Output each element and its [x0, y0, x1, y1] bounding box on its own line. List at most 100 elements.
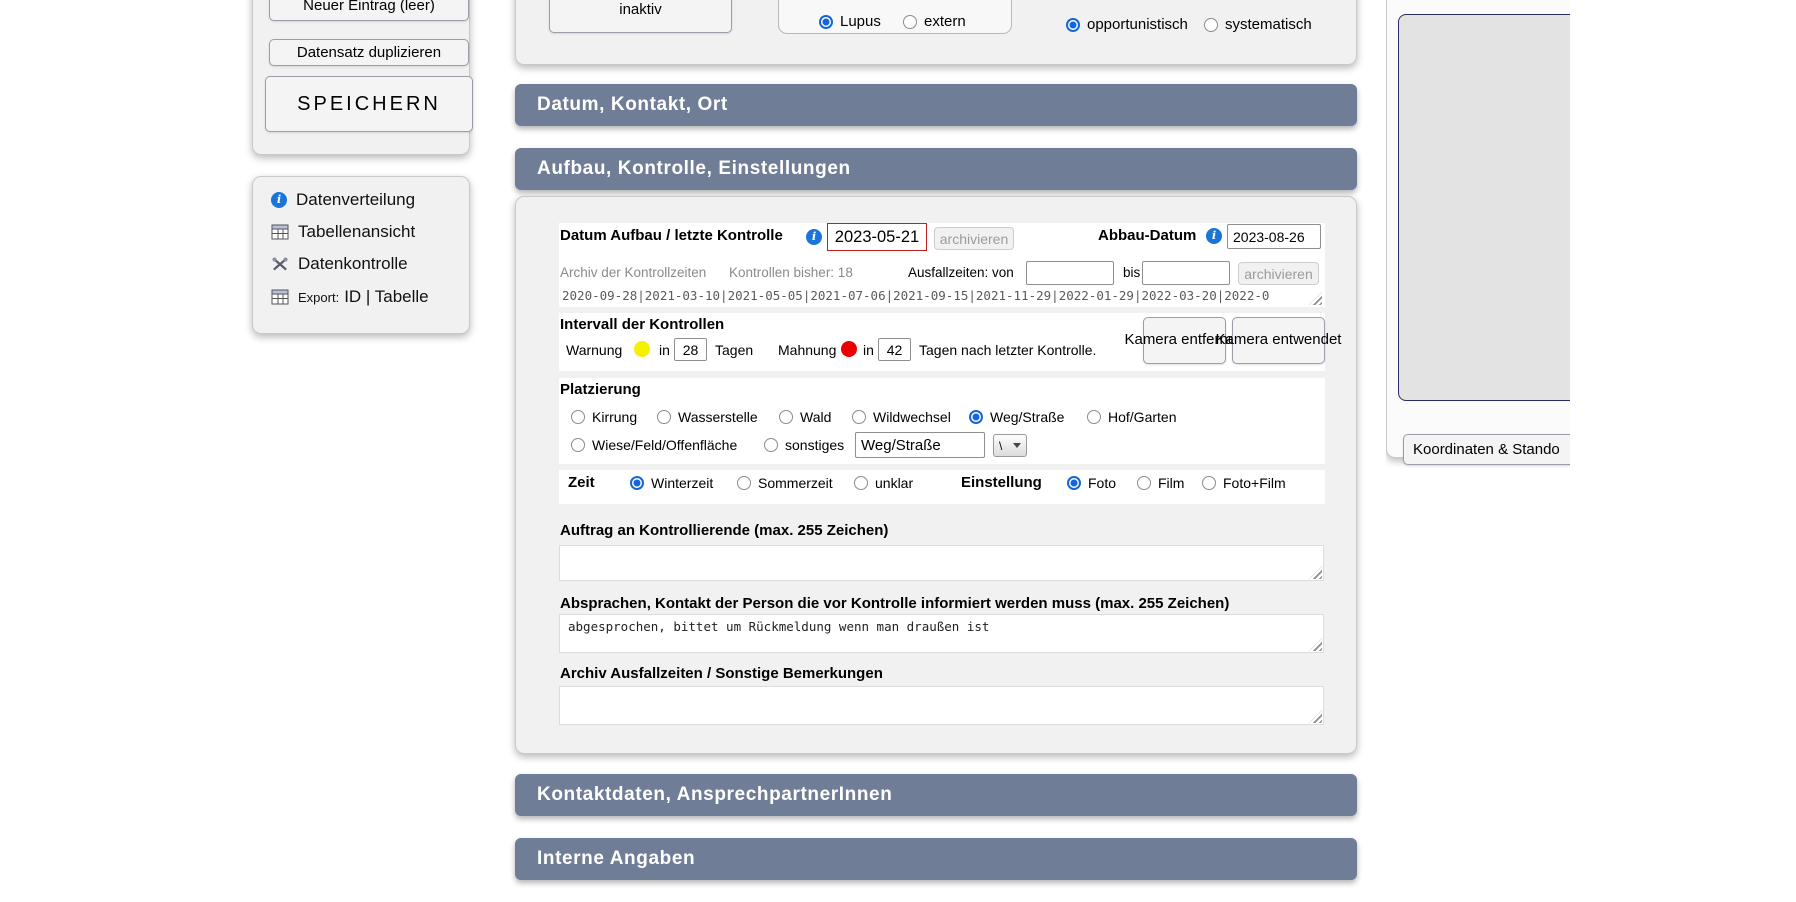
- menu-item-datenkontrolle[interactable]: Datenkontrolle: [271, 254, 408, 274]
- menu-item-datenverteilung[interactable]: i Datenverteilung: [271, 190, 415, 210]
- radio-wald[interactable]: Wald: [779, 409, 831, 425]
- section-header-datum-kontakt-ort[interactable]: Datum, Kontakt, Ort: [515, 84, 1357, 126]
- kamera-entfernen-button[interactable]: Kamera entfernen: [1143, 317, 1226, 364]
- warnung-tage-input[interactable]: [674, 338, 707, 361]
- radio-icon: [1087, 410, 1101, 424]
- ausfallzeiten-label: Ausfallzeiten: von: [908, 265, 1014, 280]
- table-icon: [271, 224, 289, 240]
- radio-weg-strasse[interactable]: Weg/Straße: [969, 409, 1064, 425]
- radio-foto[interactable]: Foto: [1067, 475, 1116, 491]
- radio-kirrung[interactable]: Kirrung: [571, 409, 637, 425]
- section-header-interne-angaben[interactable]: Interne Angaben: [515, 838, 1357, 880]
- koordinaten-standort-button[interactable]: Koordinaten & Stando: [1403, 434, 1570, 465]
- radio-film[interactable]: Film: [1137, 475, 1184, 491]
- warnung-label: Warnung: [566, 342, 622, 358]
- abbau-datum-input[interactable]: [1227, 224, 1321, 249]
- radio-unklar[interactable]: unklar: [854, 475, 913, 491]
- einstellung-title: Einstellung: [961, 474, 1042, 491]
- tools-icon: [271, 256, 289, 272]
- info-icon: i: [271, 192, 287, 208]
- radio-icon: [1202, 476, 1216, 490]
- page: Neuer Eintrag (leer) Datensatz duplizier…: [0, 0, 1796, 902]
- warnung-in-label: in: [659, 342, 670, 358]
- menu-item-label: Datenkontrolle: [298, 254, 408, 274]
- table-icon: [271, 289, 289, 305]
- absprachen-label: Absprachen, Kontakt der Person die vor K…: [560, 595, 1229, 612]
- zeit-title: Zeit: [568, 474, 595, 491]
- info-icon[interactable]: i: [1206, 228, 1222, 244]
- radio-icon: [969, 410, 983, 424]
- intervall-title: Intervall der Kontrollen: [560, 316, 724, 333]
- radio-extern[interactable]: extern: [903, 13, 966, 30]
- radio-hof-garten[interactable]: Hof/Garten: [1087, 409, 1176, 425]
- menu-item-export[interactable]: Export: ID | Tabelle: [271, 287, 429, 307]
- radio-label: Kirrung: [592, 409, 637, 425]
- menu-item-label: Tabellenansicht: [298, 222, 415, 242]
- radio-wildwechsel[interactable]: Wildwechsel: [852, 409, 951, 425]
- radio-label: Wasserstelle: [678, 409, 758, 425]
- radio-icon: [1137, 476, 1151, 490]
- menu-item-tabellenansicht[interactable]: Tabellenansicht: [271, 222, 415, 242]
- duplicate-record-button[interactable]: Datensatz duplizieren: [269, 39, 469, 66]
- radio-icon: [737, 476, 751, 490]
- radio-label: Weg/Straße: [990, 409, 1064, 425]
- radio-label: opportunistisch: [1087, 16, 1188, 33]
- radio-icon: [779, 410, 793, 424]
- platzierung-title: Platzierung: [560, 381, 641, 398]
- ausfall-von-input[interactable]: [1026, 261, 1114, 285]
- warnung-tagen-label: Tagen: [715, 342, 753, 358]
- bis-label: bis: [1123, 265, 1140, 280]
- mahnung-label: Mahnung: [778, 342, 836, 358]
- archiv-ausfall-textarea[interactable]: [559, 686, 1324, 725]
- radio-icon: [1066, 18, 1080, 32]
- mahnung-tage-input[interactable]: [878, 338, 911, 361]
- radio-winterzeit[interactable]: Winterzeit: [630, 475, 713, 491]
- radio-opportunistisch[interactable]: opportunistisch: [1066, 16, 1188, 33]
- radio-label: Film: [1158, 475, 1184, 491]
- radio-label: systematisch: [1225, 16, 1312, 33]
- menu-card: i Datenverteilung Tabellenansicht Datenk…: [252, 176, 470, 334]
- radio-icon: [852, 410, 866, 424]
- radio-sonstiges[interactable]: sonstiges: [764, 437, 844, 453]
- radio-sommerzeit[interactable]: Sommerzeit: [737, 475, 833, 491]
- new-entry-button[interactable]: Neuer Eintrag (leer): [269, 0, 469, 21]
- ausfall-bis-input[interactable]: [1142, 261, 1230, 285]
- radio-label: Wiese/Feld/Offenfläche: [592, 437, 737, 453]
- right-panel-clip: Koordinaten & Stando: [1386, 0, 1570, 482]
- section-header-aufbau[interactable]: Aufbau, Kontrolle, Einstellungen: [515, 148, 1357, 190]
- platzierung-select[interactable]: \: [993, 434, 1027, 457]
- kamera-entwendet-button[interactable]: Kamera entwendet: [1232, 317, 1325, 364]
- absprachen-textarea[interactable]: abgesprochen, bittet um Rückmeldung wenn…: [559, 614, 1324, 653]
- radio-icon: [764, 438, 778, 452]
- radio-label: unklar: [875, 475, 913, 491]
- ausfall-archivieren-button[interactable]: archivieren: [1238, 262, 1319, 285]
- radio-label: Winterzeit: [651, 475, 713, 491]
- radio-label: Wildwechsel: [873, 409, 951, 425]
- radio-icon: [1204, 18, 1218, 32]
- mahnung-suffix-label: Tagen nach letzter Kontrolle.: [919, 342, 1096, 358]
- auftrag-textarea[interactable]: [559, 545, 1324, 581]
- radio-label: Wald: [800, 409, 831, 425]
- radio-label: Hof/Garten: [1108, 409, 1176, 425]
- radio-lupus[interactable]: Lupus: [819, 13, 881, 30]
- platzierung-text-input[interactable]: [855, 432, 985, 458]
- archivieren-button[interactable]: archivieren: [934, 227, 1014, 250]
- save-button[interactable]: SPEICHERN: [265, 76, 473, 132]
- right-panel-card: Koordinaten & Stando: [1386, 0, 1570, 458]
- radio-wasserstelle[interactable]: Wasserstelle: [657, 409, 758, 425]
- map-placeholder-box: [1398, 14, 1570, 401]
- archiv-kontrollzeiten-link[interactable]: Archiv der Kontrollzeiten: [560, 265, 706, 280]
- radio-icon: [819, 15, 833, 29]
- section-header-kontaktdaten[interactable]: Kontaktdaten, AnsprechpartnerInnen: [515, 774, 1357, 816]
- datum-aufbau-field[interactable]: 2023-05-21: [827, 223, 927, 251]
- radio-icon: [903, 15, 917, 29]
- inaktiv-button[interactable]: inaktiv: [549, 0, 732, 33]
- radio-foto-film[interactable]: Foto+Film: [1202, 475, 1286, 491]
- info-icon[interactable]: i: [806, 229, 822, 245]
- radio-icon: [630, 476, 644, 490]
- kontrollen-bisher-text: Kontrollen bisher: 18: [729, 265, 853, 280]
- radio-label: sonstiges: [785, 437, 844, 453]
- radio-systematisch[interactable]: systematisch: [1204, 16, 1312, 33]
- menu-item-label: ID | Tabelle: [344, 287, 428, 307]
- radio-wiese[interactable]: Wiese/Feld/Offenfläche: [571, 437, 737, 453]
